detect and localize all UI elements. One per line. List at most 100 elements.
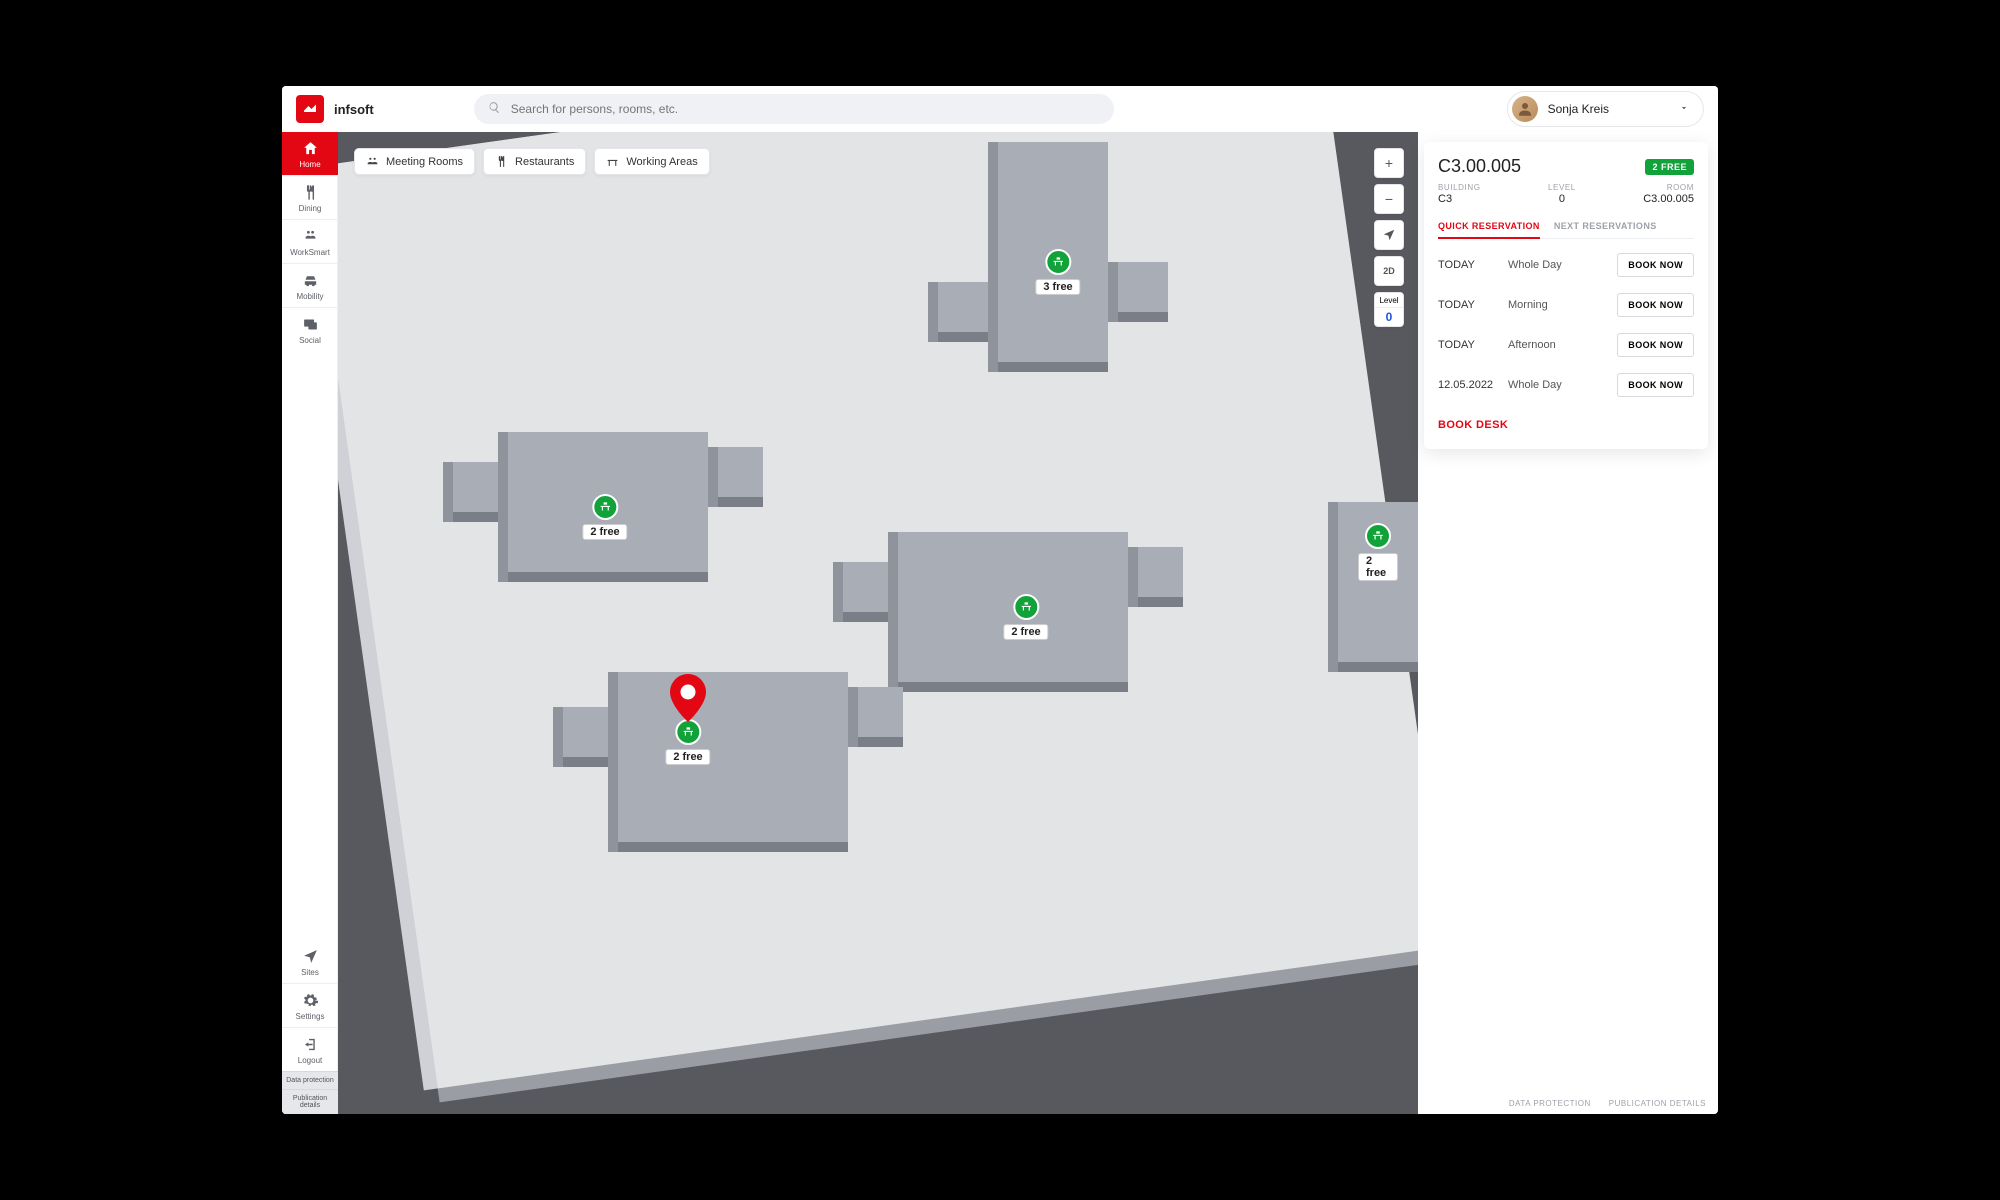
details-panel: C3.00.005 2 FREE BUILDINGC3 LEVEL0 ROOMC… [1418, 132, 1718, 1114]
slot-date: TODAY [1438, 339, 1508, 351]
filter-label: Working Areas [626, 156, 697, 168]
sidebar-item-label: Dining [299, 204, 322, 213]
tab-next-reservations[interactable]: NEXT RESERVATIONS [1554, 221, 1657, 238]
desk-block[interactable] [1118, 262, 1168, 312]
dining-icon [302, 184, 319, 201]
slot-date: TODAY [1438, 259, 1508, 271]
avatar [1512, 96, 1538, 122]
tab-quick-reservation[interactable]: QUICK RESERVATION [1438, 221, 1540, 239]
navigate-icon [1382, 228, 1396, 242]
home-icon [302, 140, 319, 157]
sidebar-item-sites[interactable]: Sites [282, 940, 338, 983]
sidebar-item-label: WorkSmart [290, 248, 330, 257]
meta-label: BUILDING [1438, 183, 1481, 192]
sidebar-item-dining[interactable]: Dining [282, 175, 338, 219]
desk-block[interactable] [508, 432, 708, 572]
desk-block[interactable] [858, 687, 903, 737]
meta-label: LEVEL [1548, 183, 1576, 192]
filter-restaurants[interactable]: Restaurants [483, 148, 586, 175]
zoom-out-button[interactable]: − [1374, 184, 1404, 214]
gear-icon [302, 992, 319, 1009]
locate-button[interactable] [1374, 220, 1404, 250]
filter-label: Meeting Rooms [386, 156, 463, 168]
reservation-slots: TODAY Whole Day BOOK NOW TODAY Morning B… [1438, 245, 1694, 405]
brand-name: infsoft [334, 102, 374, 117]
search-bar[interactable] [474, 94, 1114, 124]
filter-working-areas[interactable]: Working Areas [594, 148, 709, 175]
desk-block[interactable] [563, 707, 608, 757]
meta-value: C3.00.005 [1643, 193, 1694, 205]
filter-meeting-rooms[interactable]: Meeting Rooms [354, 148, 475, 175]
search-icon [488, 101, 511, 117]
sidebar-item-logout[interactable]: Logout [282, 1027, 338, 1071]
chevron-down-icon [1619, 100, 1689, 118]
sidebar-item-social[interactable]: Social [282, 307, 338, 351]
link-data-protection[interactable]: DATA PROTECTION [1509, 1099, 1591, 1108]
footer-link-publication-details[interactable]: Publication details [282, 1089, 338, 1114]
header: infsoft Sonja Kreis [282, 86, 1718, 132]
sites-icon [302, 948, 319, 965]
map-filters: Meeting Rooms Restaurants Working Areas [354, 148, 710, 175]
slot-date: TODAY [1438, 299, 1508, 311]
level-value: 0 [1375, 307, 1403, 326]
desk-block[interactable] [843, 562, 888, 612]
sidebar-item-mobility[interactable]: Mobility [282, 263, 338, 307]
zoom-in-button[interactable]: + [1374, 148, 1404, 178]
book-now-button[interactable]: BOOK NOW [1617, 293, 1694, 317]
slot-period: Whole Day [1508, 379, 1617, 391]
restaurant-icon [495, 155, 508, 168]
reservation-slot: TODAY Whole Day BOOK NOW [1438, 245, 1694, 285]
availability-badge: 2 FREE [1645, 159, 1694, 175]
desk-block[interactable] [998, 142, 1108, 362]
book-now-button[interactable]: BOOK NOW [1617, 253, 1694, 277]
slot-period: Morning [1508, 299, 1617, 311]
desk-block[interactable] [453, 462, 498, 512]
view-2d-button[interactable]: 2D [1374, 256, 1404, 286]
desk-block[interactable] [718, 447, 763, 497]
desk-block[interactable] [618, 672, 848, 842]
link-publication-details[interactable]: PUBLICATION DETAILS [1609, 1099, 1706, 1108]
sidebar-item-label: Settings [296, 1012, 325, 1021]
sidebar-item-label: Home [299, 160, 320, 169]
sidebar-item-settings[interactable]: Settings [282, 983, 338, 1027]
user-menu[interactable]: Sonja Kreis [1507, 91, 1704, 127]
sidebar-item-worksmart[interactable]: WorkSmart [282, 219, 338, 263]
meta-label: ROOM [1643, 183, 1694, 192]
reservation-slot: TODAY Morning BOOK NOW [1438, 285, 1694, 325]
sidebar-item-label: Sites [301, 968, 319, 977]
desk-icon [606, 155, 619, 168]
mobility-icon [302, 272, 319, 289]
level-label: Level [1375, 296, 1403, 305]
meta-value: C3 [1438, 193, 1481, 205]
brand-logo [296, 95, 324, 123]
desk-block[interactable] [938, 282, 988, 332]
slot-period: Afternoon [1508, 339, 1617, 351]
room-card: C3.00.005 2 FREE BUILDINGC3 LEVEL0 ROOMC… [1424, 142, 1708, 449]
map-controls: + − 2D Level 0 [1374, 148, 1404, 327]
map-viewport[interactable]: 3 free 2 free 2 free 2 free 2 free [338, 132, 1418, 1114]
desk-block[interactable] [898, 532, 1128, 682]
sidebar-item-label: Logout [298, 1056, 322, 1065]
social-icon [302, 316, 319, 333]
logout-icon [302, 1036, 319, 1053]
search-input[interactable] [511, 102, 1100, 116]
desk-block[interactable] [1138, 547, 1183, 597]
people-icon [366, 155, 379, 168]
sidebar-item-label: Mobility [296, 292, 323, 301]
worksmart-icon [302, 228, 319, 245]
book-now-button[interactable]: BOOK NOW [1617, 333, 1694, 357]
desk-block[interactable] [1338, 502, 1418, 662]
sidebar-item-home[interactable]: Home [282, 132, 338, 175]
reservation-slot: 12.05.2022 Whole Day BOOK NOW [1438, 365, 1694, 405]
reservation-slot: TODAY Afternoon BOOK NOW [1438, 325, 1694, 365]
slot-period: Whole Day [1508, 259, 1617, 271]
level-selector[interactable]: Level 0 [1374, 292, 1404, 327]
book-desk-button[interactable]: BOOK DESK [1438, 419, 1508, 431]
sidebar: Home Dining WorkSmart Mobility Social [282, 132, 338, 1114]
book-now-button[interactable]: BOOK NOW [1617, 373, 1694, 397]
slot-date: 12.05.2022 [1438, 379, 1508, 391]
room-code: C3.00.005 [1438, 156, 1521, 177]
location-pin-icon [670, 674, 706, 722]
footer-link-data-protection[interactable]: Data protection [282, 1071, 338, 1089]
app-window: infsoft Sonja Kreis Home Dining WorkSmar… [282, 86, 1718, 1114]
